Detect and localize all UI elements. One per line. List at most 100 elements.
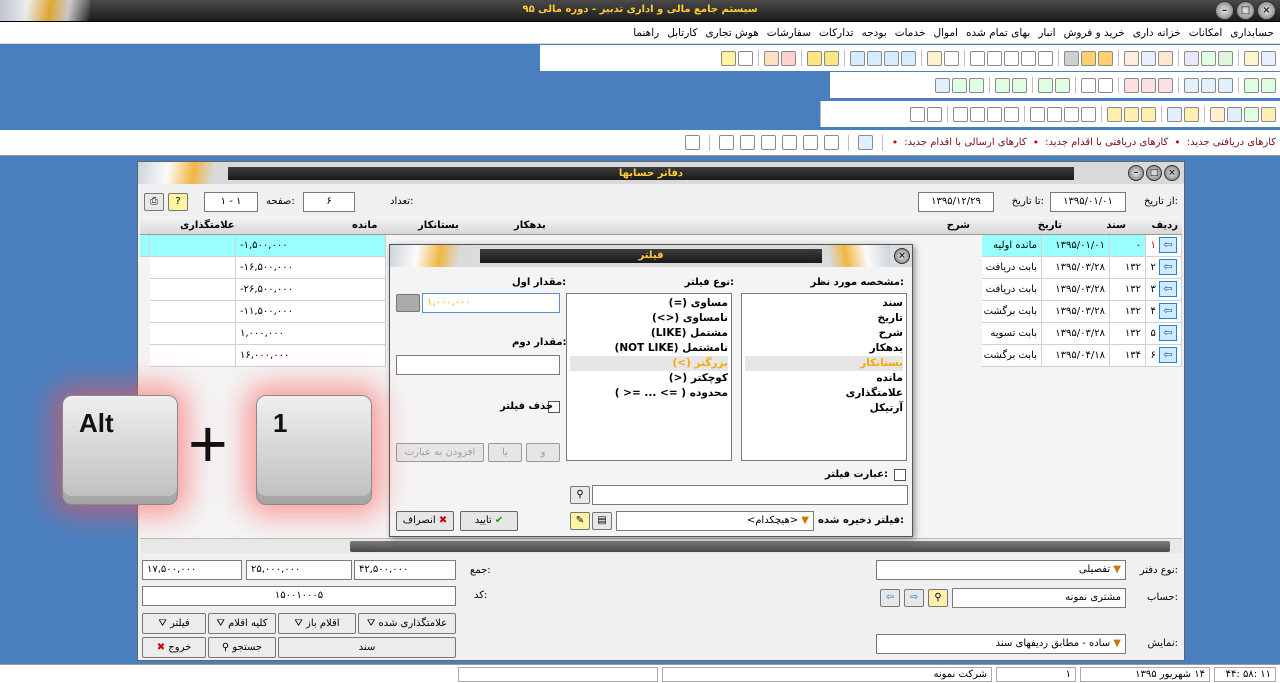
toolbar-icon[interactable] [867, 50, 882, 66]
arrow-icon[interactable] [824, 50, 839, 66]
menu-item-procurement[interactable]: تدارکات [815, 27, 858, 39]
scroll-thumb[interactable] [350, 541, 1170, 552]
first-value-input[interactable]: ۱,۰۰۰,۰۰۰ [422, 293, 560, 313]
print-icon[interactable]: ⎙ [144, 193, 164, 211]
toolbar-icon[interactable] [1081, 106, 1096, 122]
book-type-select[interactable]: ▼ تفصیلی [876, 560, 1126, 580]
toolbar-icon[interactable] [1038, 50, 1053, 66]
row-arrow-icon[interactable]: ⇦ [1159, 325, 1177, 341]
menu-item-treasury[interactable]: خزانه داری [1129, 27, 1185, 39]
minimize-icon[interactable]: – [1215, 1, 1234, 20]
toolbar-icon[interactable] [1244, 106, 1259, 122]
row-arrow-icon[interactable]: ⇦ [1159, 237, 1177, 253]
toolbar-icon[interactable] [1141, 50, 1156, 66]
toolbar-icon[interactable] [1081, 77, 1096, 93]
list-item[interactable]: علامتگذاری [745, 386, 903, 401]
home-icon[interactable] [1261, 106, 1276, 122]
all-items-button[interactable]: کلیه اقلام ⛛ [208, 613, 276, 634]
row-arrow-icon[interactable]: ⇦ [1159, 281, 1177, 297]
open-items-button[interactable]: اقلام باز ⛛ [278, 613, 356, 634]
toolbar-icon[interactable] [781, 135, 797, 150]
toolbar-icon[interactable] [1021, 50, 1036, 66]
list-item-selected[interactable]: بزرگتر (>) [570, 356, 728, 371]
received-label[interactable]: کارهای دریافتی جدید: [1187, 137, 1276, 148]
col-debit[interactable]: بدهکار [514, 220, 546, 231]
list-item[interactable]: کوچکتر (<) [570, 371, 728, 386]
help-icon[interactable]: ? [168, 193, 188, 211]
filter-button[interactable]: فیلتر ⛛ [142, 613, 206, 634]
wrench-icon[interactable] [684, 135, 700, 150]
received-action-label[interactable]: کارهای دریافتی با اقدام جدید: [1045, 137, 1168, 148]
row-arrow-icon[interactable]: ⇦ [1159, 259, 1177, 275]
toolbar-icon[interactable] [1141, 106, 1156, 122]
list-item[interactable]: آرتیکل [745, 401, 903, 416]
toolbar-icon[interactable] [953, 106, 968, 122]
col-desc[interactable]: شرح [947, 220, 970, 231]
toolbar-icon[interactable] [760, 135, 776, 150]
toolbar-icon[interactable] [1201, 50, 1216, 66]
expression-checkbox[interactable] [894, 469, 906, 481]
toolbar-icon[interactable] [857, 135, 873, 150]
print-icon[interactable] [738, 50, 753, 66]
binoculars-icon[interactable]: ⚲ [928, 589, 948, 607]
from-date-field[interactable]: ۱۳۹۵/۰۱/۰۱ [1050, 192, 1126, 212]
menu-item-help[interactable]: راهنما [629, 27, 663, 39]
list-item[interactable]: نامشتمل (NOT LIKE) [570, 341, 729, 356]
toolbar-icon[interactable] [1124, 50, 1139, 66]
list-item[interactable]: سند [745, 296, 903, 311]
restore-icon[interactable]: □ [1236, 1, 1255, 20]
doc-button[interactable]: سند [278, 637, 456, 658]
menu-item-orders[interactable]: سفارشات [763, 27, 815, 39]
toolbar-icon[interactable] [1184, 77, 1199, 93]
list-item-selected[interactable]: بستانکار [745, 356, 903, 371]
close-icon[interactable]: × [1257, 1, 1276, 20]
to-date-field[interactable]: ۱۳۹۵/۱۲/۲۹ [918, 192, 994, 212]
toolbar-icon[interactable] [718, 135, 734, 150]
horizontal-scrollbar[interactable] [140, 538, 1182, 553]
saved-filter-select[interactable]: ▼ <هیچکدام> [616, 511, 814, 531]
toolbar-icon[interactable] [884, 50, 899, 66]
toolbar-icon[interactable] [1244, 50, 1259, 66]
marked-button[interactable]: علامتگذاری شده ⛛ [358, 613, 456, 634]
toolbar-icon[interactable] [1107, 106, 1122, 122]
toolbar-icon[interactable] [802, 135, 818, 150]
toolbar-icon[interactable] [1098, 50, 1113, 66]
toolbar-icon[interactable] [1004, 50, 1019, 66]
menu-item-tools[interactable]: امکانات [1185, 27, 1227, 39]
close-icon[interactable]: × [894, 248, 910, 264]
arrow-right-icon[interactable]: ⇨ [904, 589, 924, 607]
restore-icon[interactable]: □ [1146, 165, 1162, 181]
toolbar-icon[interactable] [995, 77, 1010, 93]
toolbar-icon[interactable] [970, 50, 985, 66]
account-field[interactable]: مشتری نمونه [952, 588, 1126, 608]
toolbar-icon[interactable] [1030, 106, 1045, 122]
toolbar-icon[interactable] [850, 50, 865, 66]
toolbar-icon[interactable] [739, 135, 755, 150]
toolbar-icon[interactable] [910, 106, 925, 122]
and-button[interactable]: و [526, 443, 560, 462]
search-icon[interactable]: ⚲ [570, 486, 590, 504]
toolbar-icon[interactable] [1064, 50, 1079, 66]
toolbar-icon[interactable] [952, 77, 967, 93]
toolbar-icon[interactable] [1244, 77, 1259, 93]
list-item[interactable]: شرح [745, 326, 903, 341]
ok-button[interactable]: تایید ✔ [460, 511, 518, 531]
list-item[interactable]: مساوی (=) [570, 296, 728, 311]
menu-item-accounting[interactable]: حسابداری [1226, 27, 1278, 39]
minimize-icon[interactable]: – [1128, 165, 1144, 181]
add-to-expression-button[interactable]: افزودن به عبارت [396, 443, 484, 462]
toolbar-icon[interactable] [1124, 77, 1139, 93]
toolbar-icon[interactable] [764, 50, 779, 66]
toolbar-icon[interactable] [1055, 77, 1070, 93]
second-value-input[interactable] [396, 355, 560, 375]
menu-item-inventory[interactable]: انبار [1034, 27, 1059, 39]
toolbar-icon[interactable] [970, 106, 985, 122]
toolbar-icon[interactable] [927, 106, 942, 122]
toolbar-icon[interactable] [1261, 50, 1276, 66]
sent-action-label[interactable]: کارهای ارسالی با اقدام جدید: [904, 137, 1026, 148]
col-date[interactable]: تاریخ [1038, 220, 1062, 231]
toolbar-icon[interactable] [1004, 106, 1019, 122]
toolbar-icon[interactable] [1210, 106, 1225, 122]
menu-item-services[interactable]: خدمات [891, 27, 930, 39]
toolbar-icon[interactable] [1141, 77, 1156, 93]
